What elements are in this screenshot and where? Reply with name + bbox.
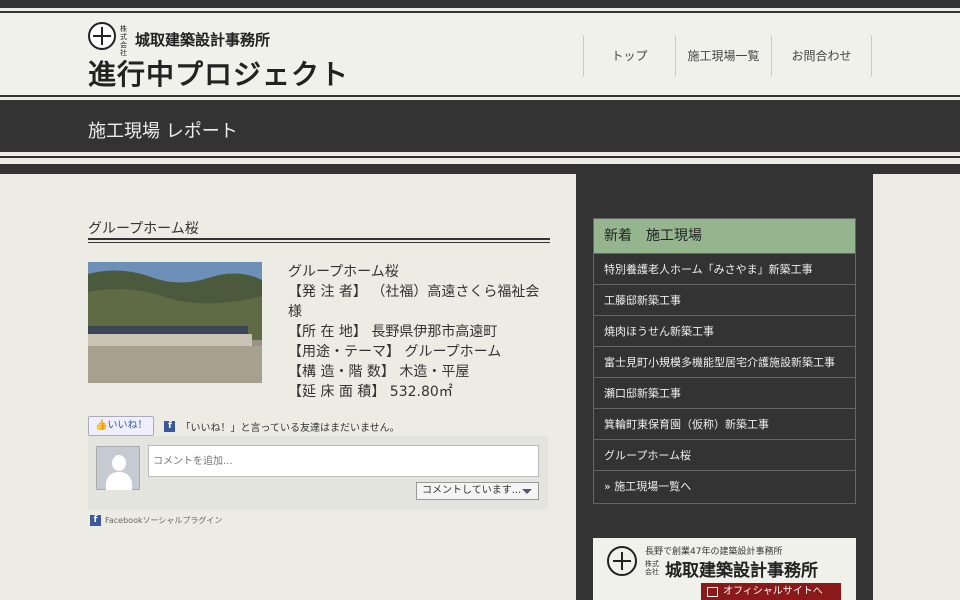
like-text: 「いいね！」と言っている友達はまだいません。 — [180, 422, 400, 434]
thumbs-up-icon: 👍 — [95, 420, 108, 431]
post-as-label: コメントしています... — [422, 485, 522, 496]
plugin-label[interactable]: Facebookソーシャルプラグイン — [105, 515, 222, 526]
facebook-icon: f — [90, 515, 101, 526]
facebook-icon: f — [164, 420, 176, 432]
nav-sites[interactable]: 施工現場一覧 — [676, 35, 772, 77]
post-title-rule — [88, 238, 550, 240]
banner-rule — [0, 156, 960, 158]
sidebar-item[interactable]: 箕輪町東保育園（仮称）新築工事 — [594, 408, 855, 439]
facebook-comment-box: コメントしています... — [88, 436, 548, 510]
sidebar-item[interactable]: 瀬口邸新築工事 — [594, 377, 855, 408]
company-logo-icon — [607, 546, 637, 576]
plugin-row: f Facebookソーシャルプラグイン — [88, 515, 222, 526]
sidebar-item[interactable]: 特別養護老人ホーム「みさやま」新築工事 — [594, 253, 855, 284]
company-name[interactable]: 城取建築設計事務所 — [135, 29, 270, 50]
sidebar-item[interactable]: 工藤邸新築工事 — [594, 284, 855, 315]
site-title[interactable]: 進行中プロジェクト — [88, 53, 349, 93]
info-use: 【用途・テーマ】 グループホーム — [288, 344, 502, 360]
page-title: 施工現場 レポート — [88, 121, 238, 142]
nav-top[interactable]: トップ — [584, 35, 676, 77]
main-nav: トップ 施工現場一覧 お問合わせ — [583, 35, 872, 77]
info-client-cont: 様 — [288, 304, 302, 320]
like-button[interactable]: 👍いいね！ — [88, 416, 155, 436]
post-title: グループホーム桜 — [88, 221, 199, 237]
ad-kabu: 株式会社 — [645, 560, 659, 576]
post-as-dropdown[interactable]: コメントしています... — [416, 482, 539, 500]
chevron-down-icon — [522, 489, 532, 494]
new-sites-box: 新着 施工現場 特別養護老人ホーム「みさやま」新築工事 工藤邸新築工事 焼肉ほう… — [593, 218, 856, 504]
banner-rule-thick — [0, 164, 960, 174]
top-bar — [0, 0, 960, 8]
right-gutter — [873, 174, 960, 600]
sidebar-item[interactable]: 焼肉ほうせん新築工事 — [594, 315, 855, 346]
info-client: 【発 注 者】 （社福）高遠さくら福祉会 — [288, 284, 540, 300]
sidebar-item-all-sites[interactable]: » 施工現場一覧へ — [594, 470, 855, 501]
avatar — [96, 446, 140, 490]
sidebar-item[interactable]: 富士見町小規模多機能型居宅介護施設新築工事 — [594, 346, 855, 377]
facebook-like-row: 👍いいね！ f 「いいね！」と言っている友達はまだいません。 — [88, 416, 400, 436]
project-info: グループホーム桜 【発 注 者】 （社福）高遠さくら福祉会 様 【所 在 地】 … — [288, 262, 548, 402]
ad-company-name: 城取建築設計事務所 — [665, 561, 818, 581]
project-photo — [88, 262, 262, 383]
official-site-banner[interactable]: 長野で創業47年の建築設計事務所 株式会社 城取建築設計事務所 オフィシャルサイ… — [593, 538, 856, 600]
info-name: グループホーム桜 — [288, 264, 399, 280]
company-logo-icon[interactable] — [88, 22, 116, 50]
sidebar-item[interactable]: グループホーム桜 — [594, 439, 855, 470]
nav-contact[interactable]: お問合わせ — [772, 35, 872, 77]
comment-input[interactable] — [148, 445, 539, 477]
official-site-button[interactable]: オフィシャルサイトへ — [701, 583, 841, 600]
header-rule — [0, 95, 960, 97]
post-title-rule-thin — [88, 242, 550, 243]
info-floor-area: 【延 床 面 積】 532.80㎡ — [288, 384, 453, 400]
info-location: 【所 在 地】 長野県伊那市高遠町 — [288, 324, 498, 340]
new-sites-heading: 新着 施工現場 — [594, 219, 855, 253]
info-structure: 【構 造・階 数】 木造・平屋 — [288, 364, 470, 380]
like-button-label: いいね！ — [107, 420, 148, 431]
